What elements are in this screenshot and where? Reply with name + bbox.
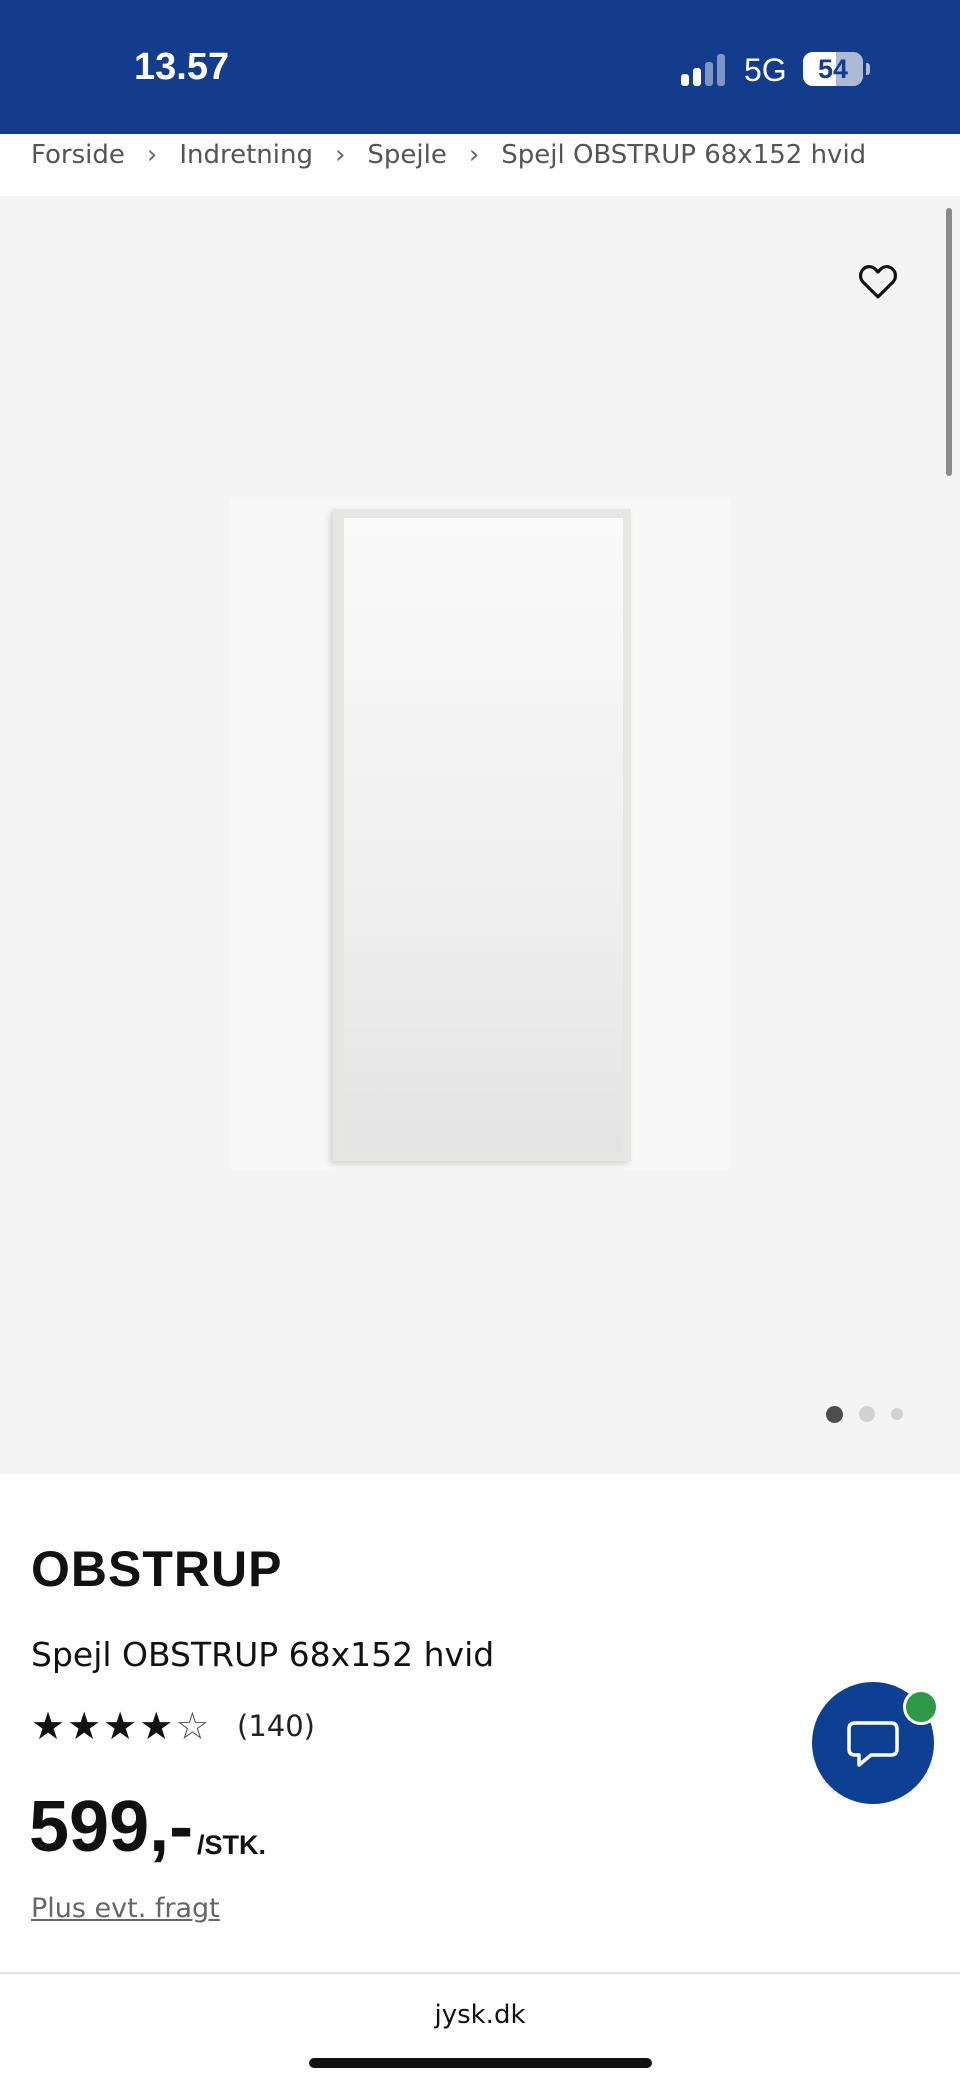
product-brand: OBSTRUP [31, 1541, 283, 1597]
status-bar: 13.57 5G 54 [0, 0, 960, 134]
browser-address-bar[interactable] [0, 1974, 960, 2086]
chat-bubble-icon [847, 1721, 899, 1767]
gallery-dot-3[interactable] [891, 1408, 903, 1420]
breadcrumb-current: Spejl OBSTRUP 68x152 hvid [501, 140, 867, 170]
home-indicator[interactable] [309, 2058, 652, 2068]
mirror-glass [344, 518, 623, 1152]
gallery-dot-1[interactable] [826, 1405, 843, 1423]
rating-stars[interactable]: ★ ★ ★ ★ ☆ [31, 1706, 211, 1746]
battery-tip [866, 63, 870, 75]
chevron-right-icon: › [468, 140, 480, 170]
product-name: Spejl OBSTRUP 68x152 hvid [31, 1635, 495, 1674]
status-time: 13.57 [134, 46, 230, 88]
scrollbar[interactable] [946, 208, 952, 476]
battery-percent: 54 [817, 54, 849, 84]
breadcrumb-spejle[interactable]: Spejle [367, 140, 446, 170]
star-filled-icon: ★ [67, 1704, 102, 1748]
shipping-note-link[interactable]: Plus evt. fragt [31, 1893, 220, 1924]
breadcrumb-indretning[interactable]: Indretning [179, 140, 313, 170]
gallery-dot-2[interactable] [859, 1406, 875, 1422]
breadcrumb-home[interactable]: Forside [31, 140, 125, 170]
star-filled-icon: ★ [31, 1704, 66, 1748]
chevron-right-icon: › [146, 140, 158, 170]
breadcrumb: Forside › Indretning › Spejle › Spejl OB… [31, 130, 866, 180]
review-count[interactable]: (140) [237, 1706, 315, 1746]
star-filled-icon: ★ [103, 1704, 138, 1748]
price-unit: /STK. [197, 1830, 267, 1860]
product-price: 599,- [29, 1787, 194, 1867]
star-filled-icon: ★ [139, 1704, 174, 1748]
signal-icon [681, 54, 729, 86]
network-type: 5G [744, 52, 787, 88]
star-empty-icon: ☆ [175, 1704, 210, 1748]
heart-icon[interactable] [858, 262, 898, 300]
address-url[interactable]: jysk.dk [0, 2000, 960, 2030]
chat-online-indicator [903, 1689, 939, 1725]
battery-icon: 54 [803, 52, 863, 86]
gallery-pagination[interactable] [826, 1405, 919, 1423]
chevron-right-icon: › [334, 140, 346, 170]
